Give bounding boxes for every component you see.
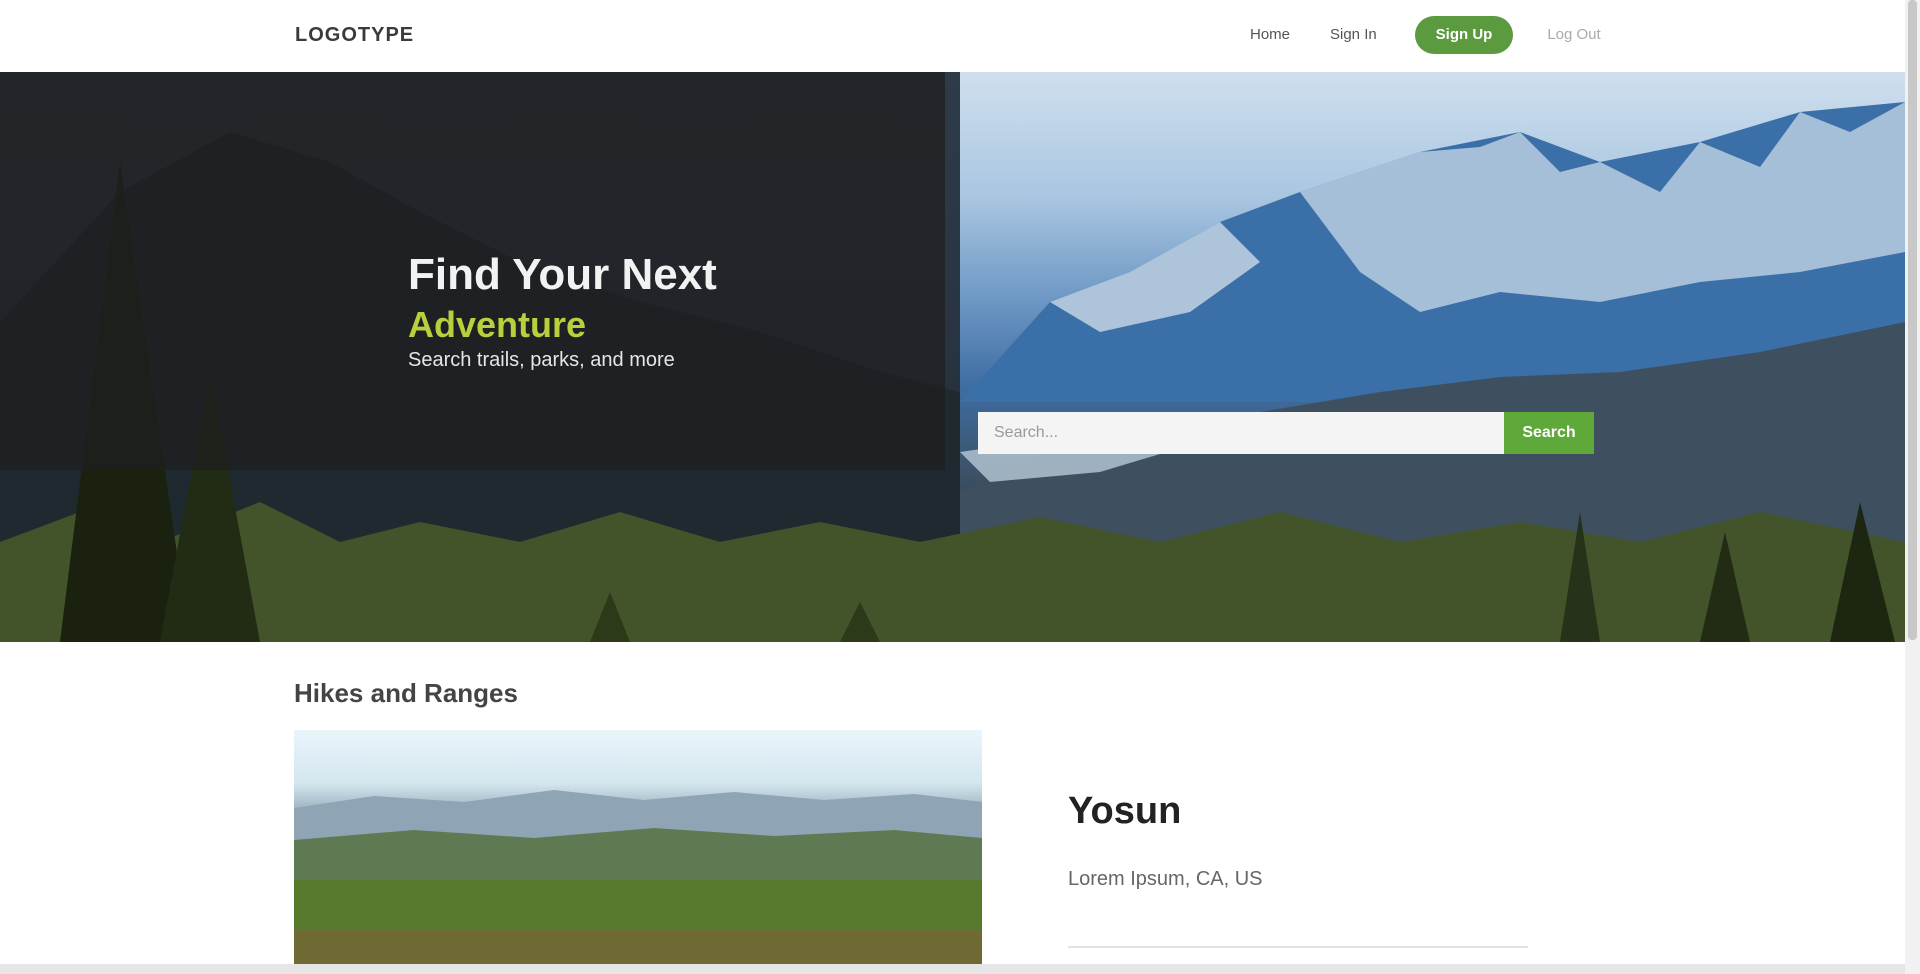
hero-title: Find Your Next xyxy=(408,250,717,299)
hero-subtitle: Search trails, parks, and more xyxy=(408,349,675,371)
section-title: Hikes and Ranges xyxy=(294,678,518,708)
search-button[interactable]: Search xyxy=(1504,412,1594,454)
nav-sign-up-button[interactable]: Sign Up xyxy=(1415,16,1513,54)
trail-card-title[interactable]: Yosun xyxy=(1068,790,1181,833)
hero-highlight: Adventure xyxy=(408,304,587,345)
trail-card-location: Lorem Ipsum, CA, US xyxy=(1068,868,1263,890)
divider xyxy=(1068,946,1528,948)
site-header: LOGOTYPE Home Sign In Sign Up Log Out xyxy=(0,0,1920,70)
nav-log-out-button[interactable]: Log Out xyxy=(1532,16,1616,54)
site-logo[interactable]: LOGOTYPE xyxy=(295,20,414,50)
hero-banner: Find Your Next Adventure Search trails, … xyxy=(0,72,1905,642)
scrollbar-thumb[interactable] xyxy=(1908,0,1917,640)
search-input[interactable] xyxy=(978,412,1504,454)
vertical-scrollbar[interactable] xyxy=(1905,0,1920,974)
nav-sign-in-link[interactable]: Sign In xyxy=(1330,20,1377,50)
trail-card-image[interactable] xyxy=(294,730,982,974)
nav-home-link[interactable]: Home xyxy=(1250,20,1290,50)
bottom-edge-bar xyxy=(0,964,1905,974)
valley-landscape-image xyxy=(294,790,982,974)
